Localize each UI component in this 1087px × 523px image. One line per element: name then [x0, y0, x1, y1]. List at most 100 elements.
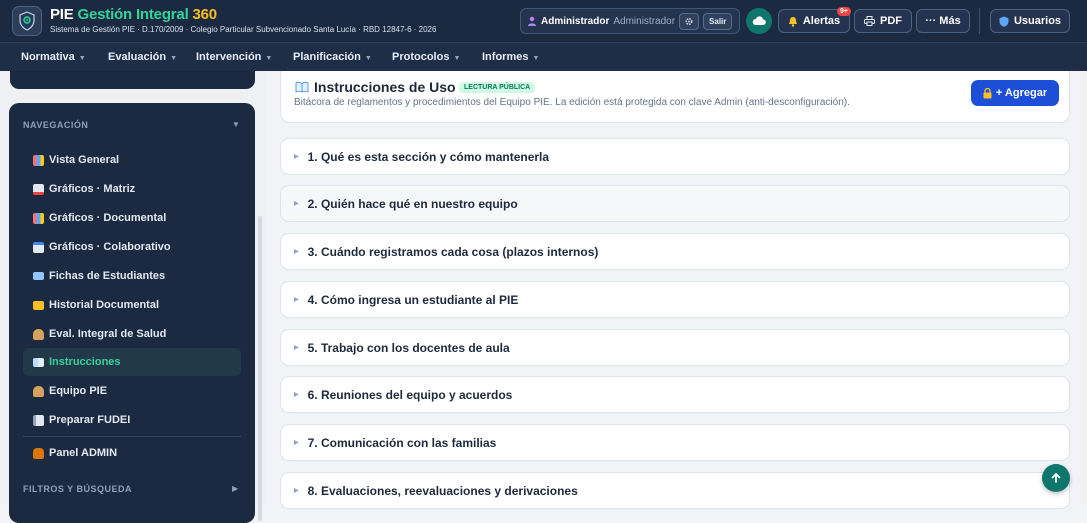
book-icon — [33, 357, 44, 367]
more-button[interactable]: ··· Más — [916, 9, 970, 33]
accordion-section-7[interactable]: ▶ 7. Comunicación con las familias — [280, 424, 1070, 461]
page-scrollbar[interactable] — [1080, 71, 1087, 504]
shield-logo-icon — [19, 11, 35, 31]
sidebar-scrollbar[interactable] — [258, 216, 262, 521]
nav-heading: NAVEGACIÓN — [23, 120, 89, 130]
sidebar-item-graficos-documental[interactable]: Gráficos · Documental — [23, 204, 241, 232]
sidebar-item-label: Historial Documental — [49, 299, 160, 311]
accordion-section-2[interactable]: ▶ 2. Quién hace qué en nuestro equipo — [280, 185, 1070, 222]
user-role-secondary: Administrador — [613, 15, 676, 27]
accordion-title: 8. Evaluaciones, reevaluaciones y deriva… — [307, 483, 578, 498]
triangle-right-icon: ▶ — [294, 249, 299, 255]
sidebar-item-instrucciones[interactable]: Instrucciones — [23, 348, 241, 376]
sidebar-item-label: Equipo PIE — [49, 385, 108, 397]
accordion-title: 3. Cuándo registramos cada cosa (plazos … — [307, 244, 599, 259]
person-icon — [33, 385, 44, 397]
nav-informes[interactable]: Informes ▼ — [482, 51, 539, 63]
brand-gestion: Gestión Integral — [77, 6, 189, 23]
triangle-right-icon: ▶ — [294, 440, 299, 446]
accordion-section-8[interactable]: ▶ 8. Evaluaciones, reevaluaciones y deriv… — [280, 472, 1070, 509]
lock-icon — [983, 87, 992, 98]
lock-icon — [33, 447, 44, 459]
chevron-down-icon: ▼ — [364, 55, 372, 62]
triangle-right-icon: ▶ — [294, 201, 299, 207]
brand-pie: PIE — [50, 6, 74, 23]
add-button-label: + Agregar — [995, 87, 1048, 99]
accordion-title: 5. Trabajo con los docentes de aula — [307, 340, 510, 355]
sidebar-item-equipo-pie[interactable]: Equipo PIE — [23, 377, 241, 405]
pdf-label: PDF — [880, 15, 902, 27]
person-icon — [528, 16, 536, 26]
sidebar-item-historial-documental[interactable]: Historial Documental — [23, 291, 241, 319]
nav-evaluacion[interactable]: Evaluación ▼ — [108, 51, 177, 63]
id-card-icon — [33, 272, 44, 280]
nav-normativa[interactable]: Normativa ▼ — [21, 51, 86, 63]
scroll-to-top-button[interactable] — [1042, 464, 1070, 492]
nav-protocolos[interactable]: Protocolos ▼ — [392, 51, 460, 63]
printer-icon — [864, 16, 875, 26]
nav-planificacion[interactable]: Planificación ▼ — [293, 51, 372, 63]
page-header-card: Instrucciones de Uso · LECTURA PÚBLICA B… — [280, 71, 1070, 123]
accordion-title: 7. Comunicación con las familias — [307, 435, 497, 450]
accordion-section-4[interactable]: ▶ 4. Cómo ingresa un estudiante al PIE — [280, 281, 1070, 318]
users-button[interactable]: Usuarios — [990, 9, 1070, 33]
accordion-section-5[interactable]: ▶ 5. Trabajo con los docentes de aula — [280, 329, 1070, 366]
bar-chart-icon — [33, 154, 44, 166]
sidebar-item-graficos-colaborativo[interactable]: Gráficos · Colaborativo — [23, 233, 241, 261]
divider — [979, 8, 980, 34]
add-button[interactable]: + Agregar — [971, 80, 1059, 106]
user-box: Administrador Administrador Salir — [520, 8, 740, 34]
accordion-title: 4. Cómo ingresa un estudiante al PIE — [307, 292, 519, 307]
cloud-icon — [752, 16, 766, 25]
sidebar-item-eval-salud[interactable]: Eval. Integral de Salud — [23, 320, 241, 348]
accordion-title: 6. Reuniones del equipo y acuerdos — [307, 387, 513, 402]
accordion-section-1[interactable]: ▶ 1. Qué es esta sección y cómo mantenerl… — [280, 138, 1070, 175]
chevron-down-icon: ▼ — [265, 55, 273, 62]
accordion-title: 1. Qué es esta sección y cómo mantenerla — [307, 149, 550, 164]
app-title: PIE Gestión Integral 360 — [50, 6, 217, 23]
arrow-up-icon — [1051, 473, 1061, 483]
sidebar-item-label: Instrucciones — [49, 356, 121, 368]
sidebar-item-graficos-matriz[interactable]: Gráficos · Matriz — [23, 175, 241, 203]
sidebar-item-label: Panel ADMIN — [49, 447, 118, 459]
pdf-button[interactable]: PDF — [854, 9, 912, 33]
filter-heading[interactable]: FILTROS Y BÚSQUEDA — [23, 484, 132, 494]
chevron-down-icon: ▼ — [170, 55, 178, 62]
sidebar-top-panel — [10, 71, 255, 89]
folder-icon — [33, 300, 44, 310]
brand-number: 360 — [192, 6, 218, 23]
page-description: Bitácora de reglamentos y procedimientos… — [294, 97, 850, 108]
triangle-right-icon: ▶ — [294, 392, 299, 398]
sidebar-item-fichas-estudiantes[interactable]: Fichas de Estudiantes — [23, 262, 241, 290]
sidebar-item-label: Gráficos · Colaborativo — [49, 241, 171, 253]
chart-decreasing-icon — [33, 241, 44, 253]
sidebar-item-label: Eval. Integral de Salud — [49, 328, 167, 340]
accordion-section-6[interactable]: ▶ 6. Reuniones del equipo y acuerdos — [280, 376, 1070, 413]
sidebar-item-preparar-fudei[interactable]: Preparar FUDEI — [23, 406, 241, 434]
settings-button[interactable] — [679, 12, 700, 30]
triangle-right-icon: ▶ — [294, 488, 299, 494]
nav-label: Planificación — [293, 51, 361, 63]
logout-button[interactable]: Salir — [703, 12, 733, 30]
chevron-right-icon[interactable]: ▶ — [232, 484, 238, 493]
chart-increasing-icon — [33, 183, 44, 195]
chevron-down-icon[interactable]: ▼ — [232, 120, 240, 129]
memo-icon — [33, 414, 44, 426]
sidebar-item-label: Preparar FUDEI — [49, 414, 131, 426]
open-book-icon — [295, 81, 309, 93]
sidebar-item-panel-admin[interactable]: Panel ADMIN — [23, 439, 241, 467]
sidebar-item-label: Fichas de Estudiantes — [49, 270, 166, 282]
nav-label: Informes — [482, 51, 529, 63]
accordion-section-3[interactable]: ▶ 3. Cuándo registramos cada cosa (plazos… — [280, 233, 1070, 270]
triangle-right-icon: ▶ — [294, 345, 299, 351]
sidebar-divider — [23, 436, 241, 437]
app-logo[interactable] — [12, 6, 42, 36]
user-role: Administrador — [541, 15, 610, 27]
sidebar-item-vista-general[interactable]: Vista General — [23, 146, 241, 174]
accordion-title: 2. Quién hace qué en nuestro equipo — [307, 196, 518, 211]
nav-intervencion[interactable]: Intervención ▼ — [196, 51, 272, 63]
page-title: Instrucciones de Uso · — [295, 79, 464, 95]
sidebar: NAVEGACIÓN ▼ Vista General Gráficos · Ma… — [9, 103, 255, 523]
sidebar-item-label: Gráficos · Documental — [49, 212, 167, 224]
cloud-sync-button[interactable] — [746, 8, 772, 34]
